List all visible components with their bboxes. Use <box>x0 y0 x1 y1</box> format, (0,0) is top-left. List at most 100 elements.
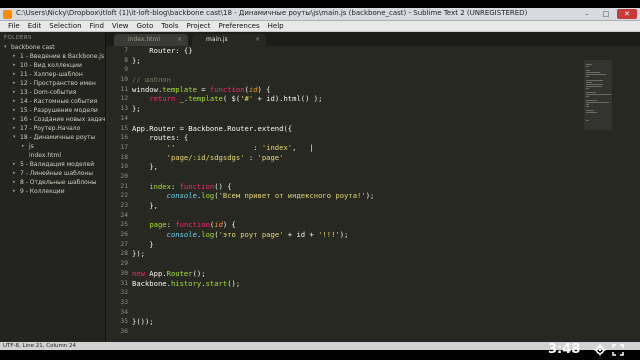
sidebar-tree-item[interactable]: ▸ 10 - Вид коллекции <box>0 61 105 70</box>
tab-main-js[interactable]: main.js × <box>192 34 266 46</box>
minimap[interactable] <box>582 46 640 342</box>
chevron-right-icon[interactable]: ▸ <box>13 178 16 187</box>
code-line[interactable]: App.Router = Backbone.Router.extend({ <box>132 124 582 134</box>
code-line[interactable]: return _.template( $('#' + id).html() ); <box>132 94 582 104</box>
sidebar-item-label: 10 - Вид коллекции <box>20 62 82 69</box>
tab-close-icon[interactable]: × <box>255 34 260 46</box>
code-line[interactable] <box>132 65 582 75</box>
sidebar-tree-item[interactable]: ▾ 18 - Динамичные роуты <box>0 133 105 142</box>
minimap-line <box>586 92 597 93</box>
code-line[interactable] <box>132 298 582 308</box>
chevron-right-icon[interactable]: ▸ <box>13 106 16 115</box>
menu-help[interactable]: Help <box>264 21 288 31</box>
code-line[interactable] <box>132 259 582 269</box>
gear-icon[interactable] <box>594 344 606 356</box>
code-line[interactable]: console.log('это роут page' + id + '!!!'… <box>132 230 582 240</box>
menu-tools[interactable]: Tools <box>157 21 182 31</box>
code-line[interactable]: new App.Router(); <box>132 269 582 279</box>
code-line[interactable]: }); <box>132 249 582 259</box>
sidebar-tree-item[interactable]: index.html <box>0 151 105 160</box>
code-line[interactable]: }, <box>132 162 582 172</box>
chevron-right-icon[interactable]: ▸ <box>13 160 16 169</box>
code-token: }, <box>132 162 158 172</box>
sidebar-tree-item[interactable]: ▸ 1 - Введение в Backbone.js <box>0 52 105 61</box>
code-line[interactable]: // шаблон <box>132 75 582 85</box>
code-token: '!!!' <box>318 230 340 240</box>
menu-edit[interactable]: Edit <box>24 21 46 31</box>
chevron-right-icon[interactable]: ▸ <box>13 70 16 79</box>
sidebar-tree-item[interactable]: ▸ 15 - Разрушение модели <box>0 106 105 115</box>
minimap-line <box>586 82 592 83</box>
minimize-button[interactable]: – <box>579 9 595 19</box>
chevron-right-icon[interactable]: ▸ <box>13 79 16 88</box>
line-number: 12 <box>120 95 128 103</box>
code-line[interactable]: '' : 'index', | <box>132 143 582 153</box>
sidebar-tree-item[interactable]: ▸ js <box>0 142 105 151</box>
code-line[interactable]: }; <box>132 56 582 66</box>
code-line[interactable]: } <box>132 240 582 250</box>
code-line[interactable] <box>132 114 582 124</box>
sidebar-tree-item[interactable]: ▸ 9 - Коллекции <box>0 187 105 196</box>
line-number: 31 <box>120 279 128 287</box>
menu-selection[interactable]: Selection <box>45 21 85 31</box>
maximize-button[interactable]: □ <box>598 9 614 19</box>
chevron-right-icon[interactable]: ▸ <box>13 187 16 196</box>
sidebar-tree-item[interactable]: ▸ 7 - Линейные шаблоны <box>0 169 105 178</box>
code-token: }; <box>132 104 141 114</box>
menu-file[interactable]: File <box>4 21 24 31</box>
chevron-right-icon[interactable]: ▸ <box>13 52 16 61</box>
menu-project[interactable]: Project <box>183 21 215 31</box>
menu-find[interactable]: Find <box>86 21 108 31</box>
code-editor[interactable]: 7 8 9 10 11 12 13 14 15 16 17 18 19 20 21 22 23 24 25 26 27 2… <box>106 46 582 342</box>
menu-preferences[interactable]: Preferences <box>214 21 263 31</box>
close-button[interactable]: ✕ <box>617 9 637 19</box>
code-line[interactable]: routes: { <box>132 133 582 143</box>
minimap-line <box>586 86 602 87</box>
chevron-down-icon[interactable]: ▾ <box>13 133 16 142</box>
code-line[interactable] <box>132 327 582 337</box>
chevron-right-icon[interactable]: ▸ <box>13 88 16 97</box>
sidebar-tree-item[interactable]: ▸ 8 - Отдельные шаблоны <box>0 178 105 187</box>
code-line[interactable] <box>132 211 582 221</box>
chevron-right-icon[interactable]: ▸ <box>13 124 16 133</box>
code-line[interactable]: index: function() { <box>132 182 582 192</box>
sidebar-tree-item[interactable]: ▸ 13 - Dom-события <box>0 88 105 97</box>
code-line[interactable]: Backbone.history.start(); <box>132 279 582 289</box>
chevron-down-icon[interactable]: ▾ <box>4 43 7 52</box>
chevron-right-icon[interactable]: ▸ <box>22 142 25 151</box>
code-line[interactable]: page: function(id) { <box>132 220 582 230</box>
chevron-right-icon[interactable]: ▸ <box>13 61 16 70</box>
code-line[interactable] <box>132 288 582 298</box>
fullscreen-icon[interactable] <box>612 344 624 356</box>
menu-view[interactable]: View <box>108 21 133 31</box>
code-line[interactable] <box>132 172 582 182</box>
menu-goto[interactable]: Goto <box>133 21 158 31</box>
sidebar-item-label: backbone cast <box>11 44 55 51</box>
code-line[interactable]: }()); <box>132 317 582 327</box>
chevron-right-icon[interactable]: ▸ <box>13 97 16 106</box>
sidebar-tree-item[interactable]: ▸ 11 - Хэлпер-шаблон <box>0 70 105 79</box>
line-number: 7 <box>124 47 128 54</box>
code-line[interactable]: console.log('Всем привет от индексного р… <box>132 191 582 201</box>
sidebar-tree-item[interactable]: ▸ 5 - Валидация моделей <box>0 160 105 169</box>
sidebar-tree-item[interactable]: ▸ 17 - Роутер.Начало <box>0 124 105 133</box>
code-line[interactable]: 'page/:id/sdgsdgs' : 'page' <box>132 153 582 163</box>
code-token: }()); <box>132 317 154 327</box>
code-line[interactable]: }, <box>132 201 582 211</box>
line-number: 8 <box>124 56 128 64</box>
code-line[interactable]: }; <box>132 104 582 114</box>
chevron-right-icon[interactable]: ▸ <box>13 169 16 178</box>
sidebar-tree-item[interactable]: ▸ 12 - Пространство имен <box>0 79 105 88</box>
tab-close-icon[interactable]: × <box>177 34 182 46</box>
code-line[interactable]: Router: {} <box>132 46 582 56</box>
sidebar-tree-item[interactable]: ▾ backbone cast <box>0 43 105 52</box>
code-area[interactable]: Router: {}}; // шаблон window.template = f… <box>132 46 582 337</box>
sidebar-tree-item[interactable]: ▸ 14 - Кастомные события <box>0 97 105 106</box>
code-line[interactable] <box>132 308 582 318</box>
tab-index-html[interactable]: index.html × <box>114 34 188 46</box>
sidebar-tree-item[interactable]: ▸ 16 - Создание новых задач <box>0 115 105 124</box>
code-line[interactable]: window.template = function(id) { <box>132 85 582 95</box>
chevron-right-icon[interactable]: ▸ <box>13 115 16 124</box>
